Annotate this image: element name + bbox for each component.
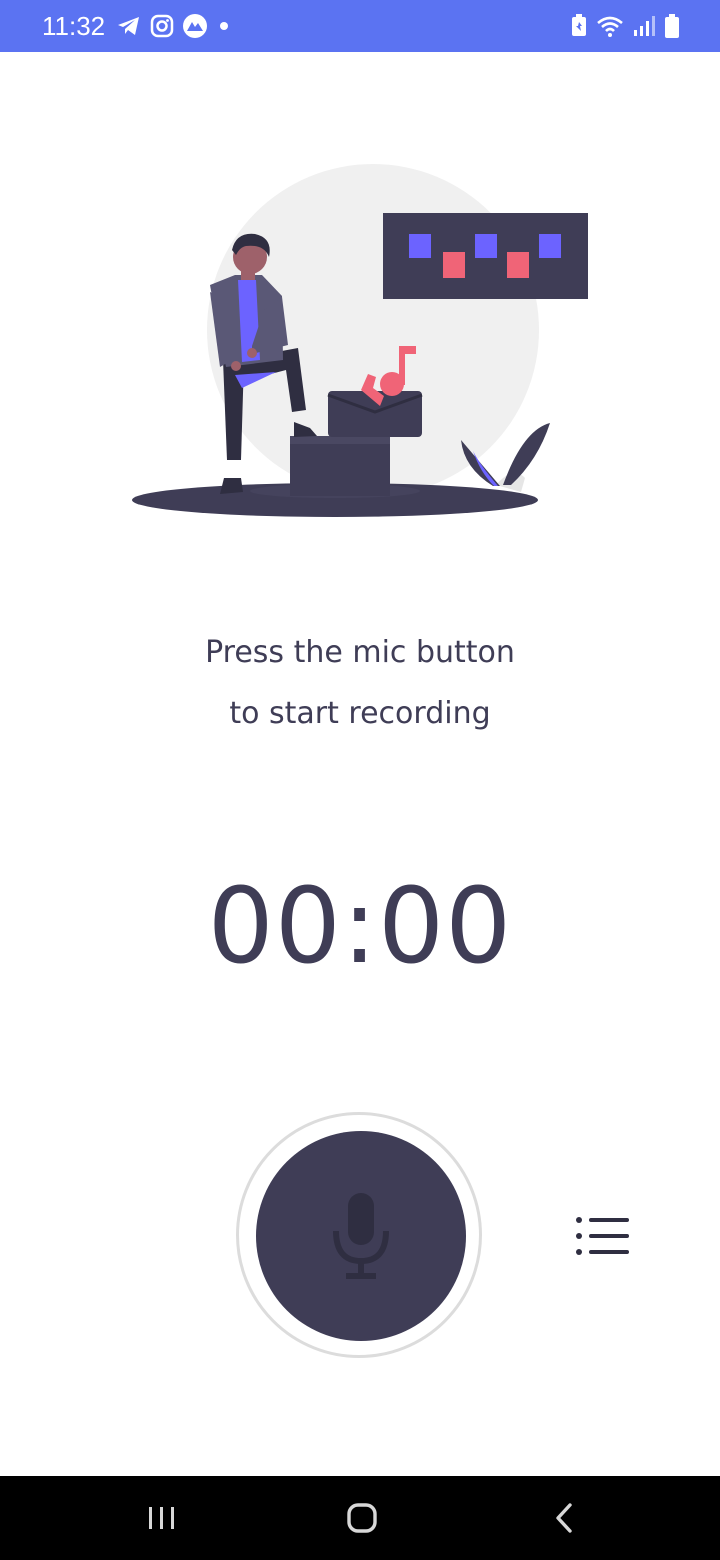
- battery-saver-icon: [572, 14, 586, 36]
- recorder-screen: 11:32 Press the mic button to start reco…: [0, 0, 720, 1560]
- recent-apps-icon[interactable]: [132, 1494, 192, 1542]
- status-time: 11:32: [42, 11, 106, 41]
- back-icon[interactable]: [534, 1494, 594, 1542]
- mic-button[interactable]: [256, 1131, 466, 1341]
- battery-icon: [665, 14, 679, 38]
- status-left-icons: [116, 12, 232, 40]
- status-bar: 11:32: [0, 0, 720, 52]
- person-recording-music-illustration: [132, 164, 588, 517]
- more-notifications-dot: [220, 22, 228, 30]
- navigation-bar: [0, 1476, 720, 1560]
- prompt-line-1: Press the mic button: [205, 635, 515, 670]
- instagram-icon: [150, 14, 174, 38]
- status-right-icons: [570, 12, 680, 40]
- list-icon[interactable]: [566, 1208, 638, 1264]
- recording-prompt: Press the mic button to start recording: [0, 622, 720, 744]
- wifi-icon: [597, 16, 623, 37]
- telegram-icon: [118, 17, 139, 35]
- app-notification-icon: [183, 14, 207, 38]
- signal-icon: [634, 16, 655, 36]
- microphone-icon: [333, 1193, 389, 1279]
- home-icon[interactable]: [332, 1494, 392, 1542]
- prompt-line-2: to start recording: [229, 696, 491, 731]
- recording-timer: 00:00: [207, 865, 513, 987]
